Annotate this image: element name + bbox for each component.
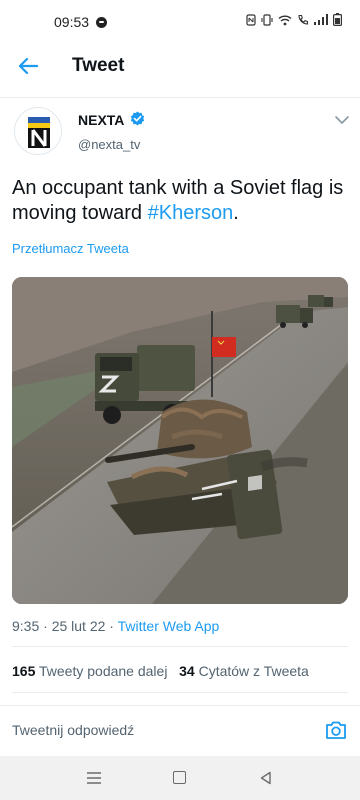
menu-icon[interactable] (87, 772, 101, 784)
divider (12, 646, 348, 647)
retweets-label: Tweety podane dalej (39, 663, 168, 679)
tweet-date: 25 lut 22 (51, 618, 106, 634)
tweet-text-end: . (233, 202, 239, 224)
back-icon[interactable] (259, 771, 273, 785)
chevron-down-icon[interactable] (334, 113, 350, 127)
reply-input[interactable]: Tweetnij odpowiedź (12, 722, 134, 738)
meta-separator-2: · (105, 618, 118, 634)
status-time: 09:53 (54, 14, 90, 30)
divider (12, 692, 348, 693)
vibrate-icon (261, 13, 273, 26)
hashtag-link[interactable]: #Kherson (148, 202, 234, 224)
avatar[interactable] (14, 107, 62, 155)
quotes-stat[interactable]: 34 Cytatów z Tweeta (179, 663, 309, 679)
arrow-left-icon (18, 57, 38, 75)
battery-icon (333, 13, 342, 26)
verified-badge-icon (130, 111, 145, 126)
header-divider (0, 97, 360, 98)
status-icons (246, 13, 342, 26)
nexta-logo-icon (28, 117, 50, 148)
author-handle[interactable]: @nexta_tv (78, 137, 140, 152)
signal-icon (314, 14, 328, 25)
nfc-icon (246, 13, 256, 26)
system-nav-bar (0, 756, 360, 800)
camera-icon[interactable] (324, 718, 348, 742)
back-button[interactable] (14, 52, 42, 80)
retweets-count: 165 (12, 663, 36, 679)
retweets-stat[interactable]: 165 Tweety podane dalej (12, 663, 167, 679)
quotes-count: 34 (179, 663, 195, 679)
tweet-text: An occupant tank with a Soviet flag is m… (12, 176, 352, 226)
tweet-meta: 9:35 · 25 lut 22 · Twitter Web App (12, 618, 219, 634)
tweet-source-link[interactable]: Twitter Web App (118, 618, 220, 634)
header: Tweet (0, 42, 360, 90)
divider (0, 705, 360, 706)
tweet-media[interactable] (12, 277, 348, 604)
message-icon (96, 17, 107, 28)
meta-separator: · (39, 618, 52, 634)
author-name[interactable]: NEXTA (78, 112, 124, 128)
tank-photo (12, 277, 348, 604)
tweet-time: 9:35 (12, 618, 40, 634)
wifi-icon (278, 15, 292, 25)
translate-link[interactable]: Przetłumacz Tweeta (12, 241, 129, 256)
page-title: Tweet (72, 55, 125, 76)
status-bar: 09:53 (0, 0, 360, 42)
home-icon[interactable] (173, 771, 186, 784)
tweet-stats: 165 Tweety podane dalej 34 Cytatów z Twe… (12, 663, 309, 679)
quotes-label: Cytatów z Tweeta (198, 663, 309, 679)
call-icon (298, 14, 309, 25)
